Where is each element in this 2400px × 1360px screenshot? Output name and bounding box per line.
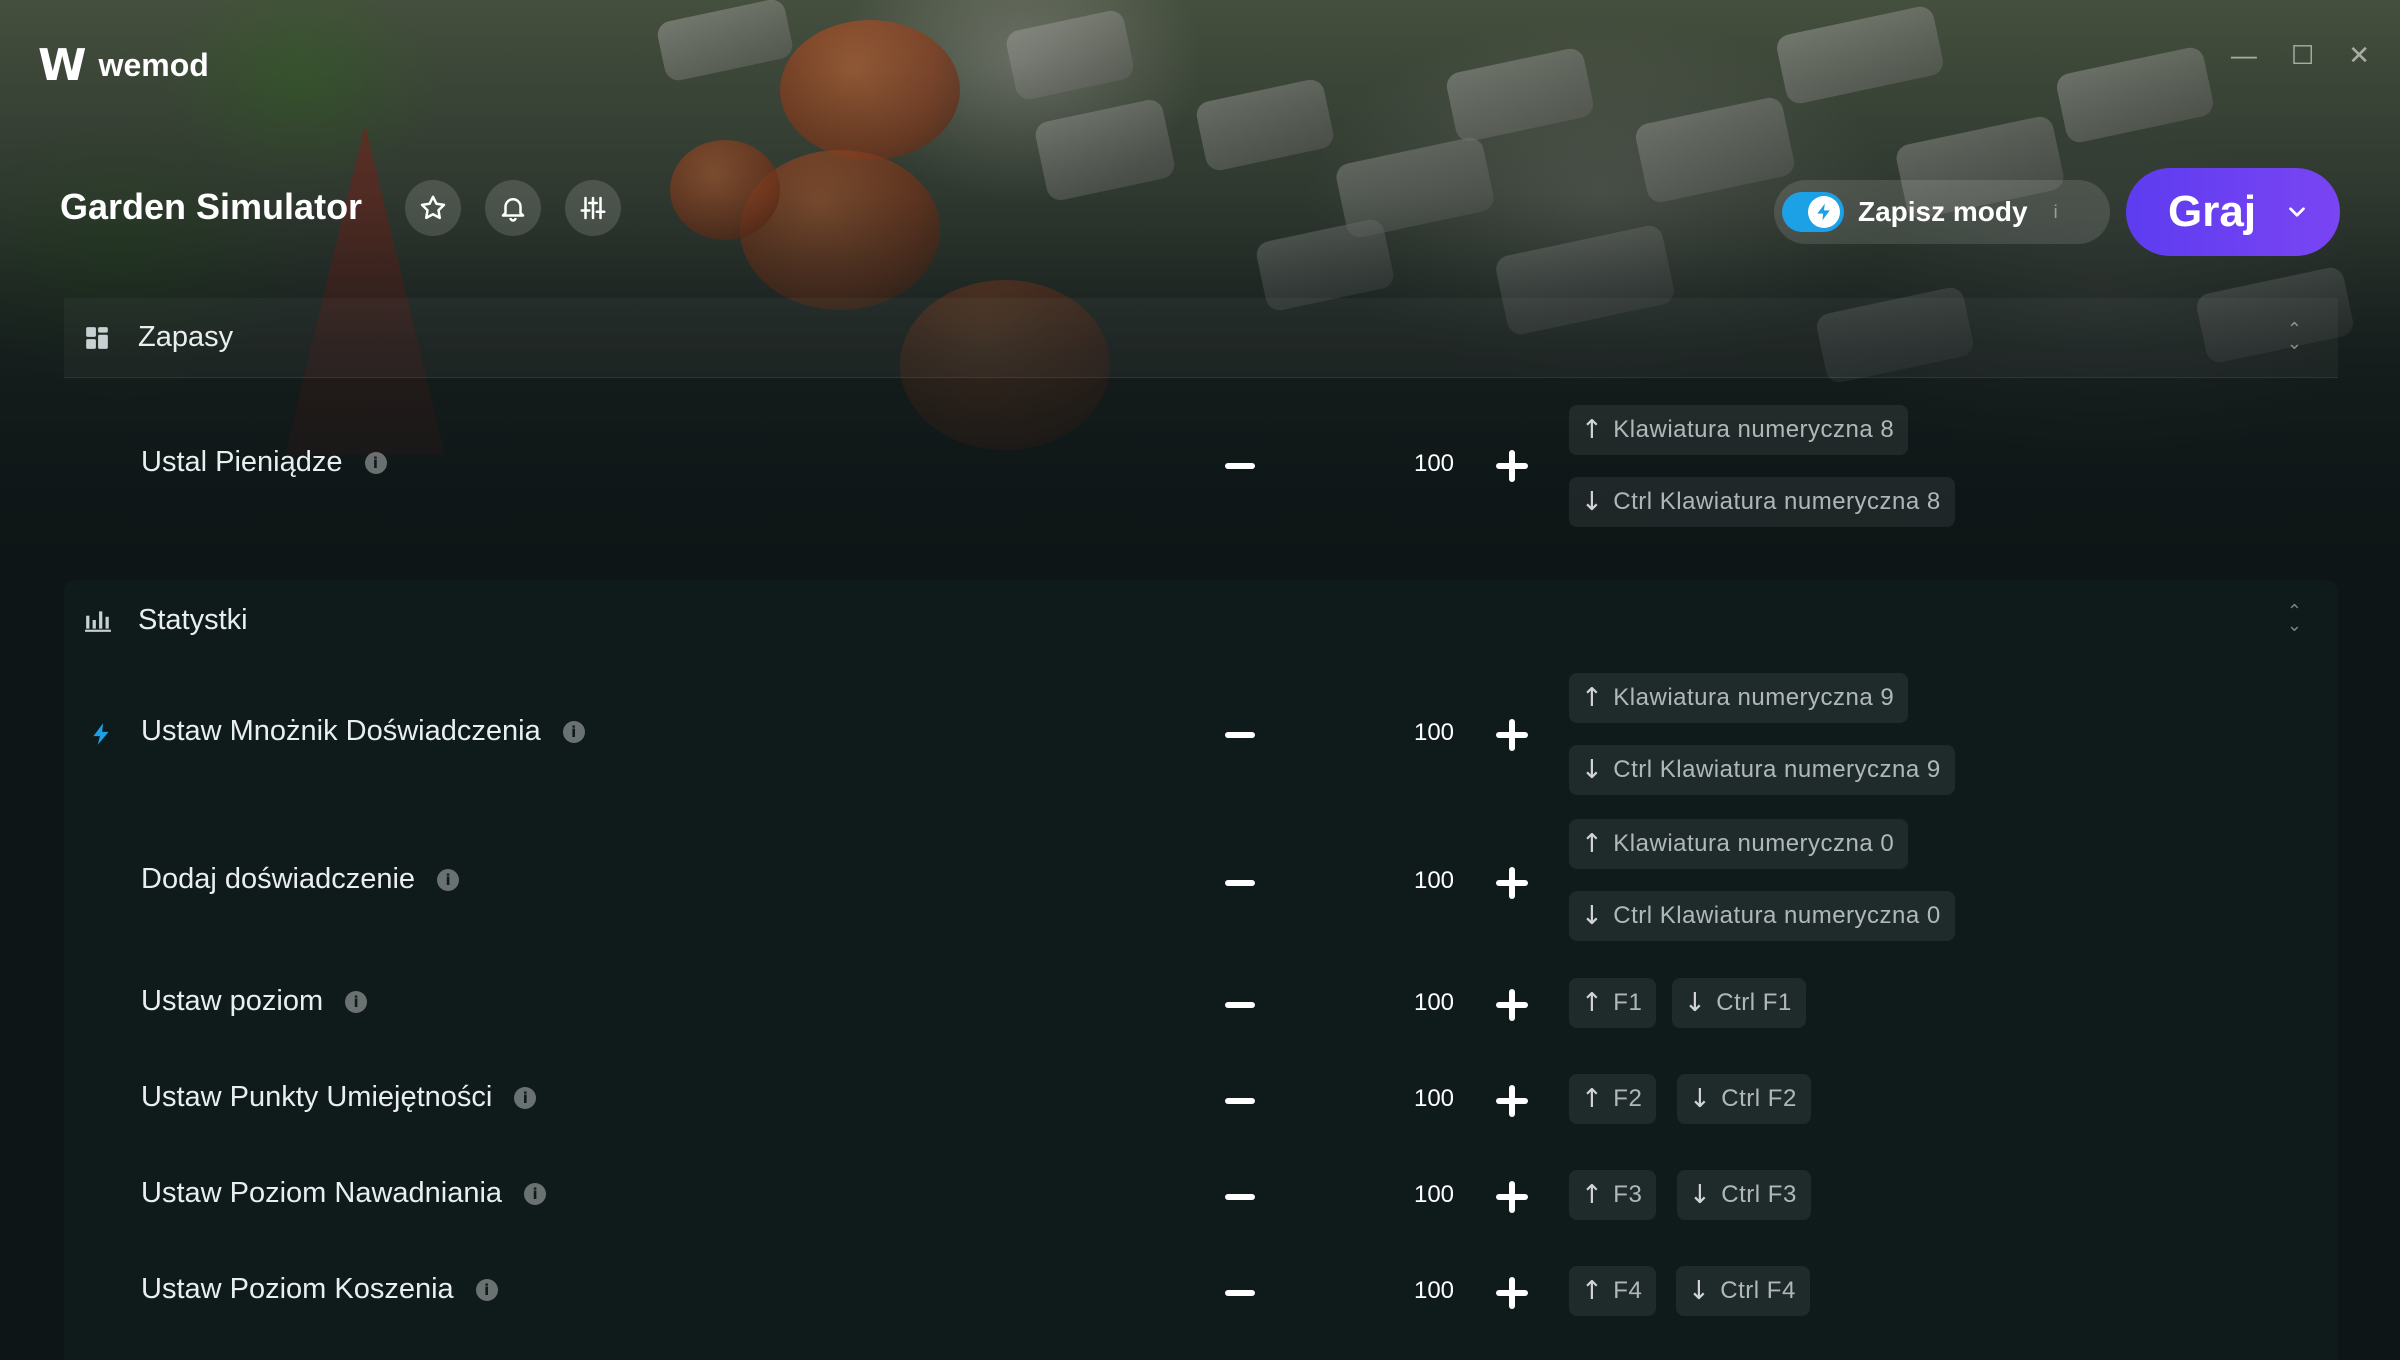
arrow-down-icon: ↓ [1689,1180,1712,1210]
increase-button[interactable] [1467,985,1557,1025]
increase-button[interactable] [1467,863,1557,903]
bell-icon [501,198,525,222]
info-icon[interactable]: i [524,1182,547,1205]
close-icon[interactable]: ✕ [2348,40,2370,71]
arrow-down-icon: ↓ [1684,988,1707,1018]
sliders-icon [580,196,606,220]
hotkey-increase[interactable]: ↑ F2 [1569,1074,1657,1124]
section-title: Zapasy [138,321,234,353]
mod-label: Ustaw Punkty Umiejętności [141,1081,493,1113]
increase-button[interactable] [1467,1081,1557,1121]
arrow-up-icon: ↑ [1581,829,1604,859]
game-title: Garden Simulator [60,186,363,227]
save-mods-toggle[interactable] [1782,192,1844,232]
hotkey-increase[interactable]: ↑ F1 [1569,978,1657,1028]
arrow-down-icon: ↓ [1688,1276,1711,1306]
play-button-label: Graj [2168,187,2257,236]
wemod-logo: W wemod [38,40,209,91]
arrow-up-icon: ↑ [1581,415,1604,445]
info-icon[interactable]: i [562,720,585,743]
save-mods-label: Zapisz mody [1858,196,2028,227]
chevron-down-icon[interactable] [2284,199,2310,225]
wemod-logo-icon: W [38,40,87,91]
stats-panel [64,580,2338,1360]
increase-button[interactable] [1467,715,1557,755]
mod-label: Dodaj doświadczenie [141,863,416,895]
maximize-icon[interactable]: ☐ [2291,40,2314,71]
bar-chart-icon [84,607,124,633]
hotkey-decrease[interactable]: ↓ Ctrl Klawiatura numeryczna 0 [1569,891,1955,941]
decrease-button[interactable] [1210,863,1270,903]
lightning-icon [88,719,114,754]
star-icon [420,195,446,220]
arrow-down-icon: ↓ [1581,901,1604,931]
hotkey-decrease[interactable]: ↓ Ctrl F1 [1672,978,1806,1028]
section-header-statystki[interactable]: Statystki ⌃ ⌄ [64,580,2338,660]
increase-button[interactable] [1467,446,1557,486]
increase-button[interactable] [1467,1177,1557,1217]
increase-button[interactable] [1467,1273,1557,1313]
section-title: Statystki [138,603,248,636]
decrease-button[interactable] [1210,446,1270,486]
info-icon[interactable]: i [437,868,460,891]
hotkey-decrease[interactable]: ↓ Ctrl Klawiatura numeryczna 8 [1569,477,1955,527]
decrease-button[interactable] [1210,1273,1270,1313]
hotkey-decrease[interactable]: ↓ Ctrl F3 [1677,1170,1811,1220]
hotkey-increase[interactable]: ↑ F4 [1569,1266,1657,1316]
mod-label: Ustaw Mnożnik Doświadczenia [141,715,541,747]
hotkey-increase[interactable]: ↑ Klawiatura numeryczna 8 [1569,405,1909,455]
decrease-button[interactable] [1210,1177,1270,1217]
info-icon[interactable]: i [364,451,387,474]
play-button[interactable]: Graj [2126,168,2340,256]
arrow-up-icon: ↑ [1581,683,1604,713]
section-header-zapasy[interactable]: Zapasy ⌃ ⌄ [64,298,2338,378]
app-name: wemod [98,47,209,83]
hotkey-decrease[interactable]: ↓ Ctrl Klawiatura numeryczna 9 [1569,745,1955,795]
arrow-down-icon: ↓ [1689,1084,1712,1114]
arrow-down-icon: ↓ [1581,755,1604,785]
grid-icon [84,325,124,351]
arrow-up-icon: ↑ [1581,1180,1604,1210]
collapse-icon[interactable]: ⌃ ⌄ [2287,602,2302,634]
info-icon[interactable]: i [2054,202,2058,223]
mod-label: Ustaw Poziom Koszenia [141,1273,454,1305]
arrow-down-icon: ↓ [1581,487,1604,517]
window-controls: — ☐ ✕ [2231,40,2370,71]
notifications-button[interactable] [485,180,541,236]
decrease-button[interactable] [1210,715,1270,755]
hotkey-increase[interactable]: ↑ F3 [1569,1170,1657,1220]
settings-button[interactable] [565,180,621,236]
hotkey-decrease[interactable]: ↓ Ctrl F2 [1677,1074,1811,1124]
mod-label: Ustaw Poziom Nawadniania [141,1177,503,1209]
favorite-button[interactable] [405,180,461,236]
hotkey-decrease[interactable]: ↓ Ctrl F4 [1676,1266,1810,1316]
info-icon[interactable]: i [475,1278,498,1301]
arrow-up-icon: ↑ [1581,1084,1604,1114]
mod-label: Ustaw poziom [141,985,324,1017]
decrease-button[interactable] [1210,1081,1270,1121]
collapse-icon[interactable]: ⌃ ⌄ [2287,320,2302,352]
info-icon[interactable]: i [514,1086,537,1109]
decrease-button[interactable] [1210,985,1270,1025]
save-mods-control[interactable]: Zapisz mody i [1774,180,2110,244]
hotkey-increase[interactable]: ↑ Klawiatura numeryczna 9 [1569,673,1909,723]
hotkey-increase[interactable]: ↑ Klawiatura numeryczna 0 [1569,819,1909,869]
arrow-up-icon: ↑ [1581,988,1604,1018]
arrow-up-icon: ↑ [1581,1276,1604,1306]
info-icon[interactable]: i [345,990,368,1013]
lightning-icon [1817,203,1830,221]
minimize-icon[interactable]: — [2231,40,2257,71]
mod-label: Ustal Pieniądze [141,446,343,478]
